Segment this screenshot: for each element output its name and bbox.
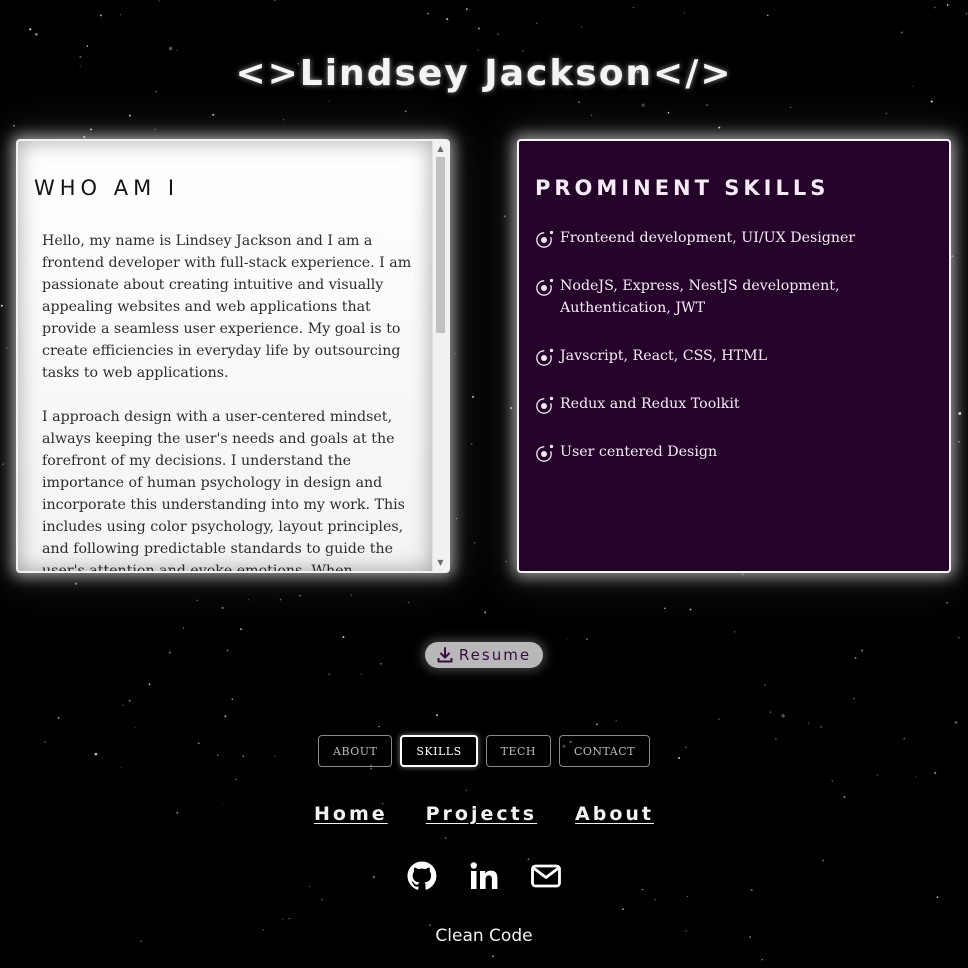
- skill-label: Redux and Redux Toolkit: [560, 396, 740, 412]
- tab-skills[interactable]: SKILLS: [400, 735, 478, 767]
- scrollbar-thumb[interactable]: [436, 157, 445, 333]
- about-paragraph: Hello, my name is Lindsey Jackson and I …: [42, 233, 412, 381]
- resume-button[interactable]: Resume: [425, 642, 543, 668]
- orbit-icon: [536, 348, 554, 366]
- footer-nav: Home Projects About: [0, 803, 968, 825]
- footer-text: Clean Code: [435, 926, 533, 946]
- about-card[interactable]: WHO AM I Hello, my name is Lindsey Jacks…: [16, 139, 450, 573]
- download-icon: [437, 647, 453, 663]
- skill-item: User centered Design: [535, 441, 935, 463]
- tab-contact[interactable]: CONTACT: [559, 735, 650, 767]
- section-tabs: ABOUT SKILLS TECH CONTACT: [0, 735, 968, 767]
- nav-link-projects[interactable]: Projects: [426, 803, 537, 825]
- skill-item: Fronteend development, UI/UX Designer: [535, 227, 935, 249]
- tab-about[interactable]: ABOUT: [318, 735, 393, 767]
- about-heading: WHO AM I: [34, 176, 180, 200]
- about-scrollbar[interactable]: ▲ ▼: [432, 141, 448, 571]
- about-text: Hello, my name is Lindsey Jackson and I …: [42, 230, 414, 573]
- tab-tech[interactable]: TECH: [485, 735, 551, 767]
- nav-link-home[interactable]: Home: [314, 803, 388, 825]
- skill-label: Javscript, React, CSS, HTML: [560, 348, 768, 364]
- orbit-icon: [536, 444, 554, 462]
- skills-heading: PROMINENT SKILLS: [535, 176, 830, 200]
- scroll-up-arrow-icon[interactable]: ▲: [433, 142, 448, 156]
- orbit-icon: [536, 396, 554, 414]
- skill-item: Redux and Redux Toolkit: [535, 393, 935, 415]
- skill-label: Fronteend development, UI/UX Designer: [560, 230, 856, 246]
- skill-item: Javscript, React, CSS, HTML: [535, 345, 935, 367]
- resume-label: Resume: [458, 646, 532, 664]
- about-paragraph: I approach design with a user-centered m…: [42, 409, 405, 573]
- site-title: <>Lindsey Jackson</>: [235, 53, 733, 94]
- orbit-icon: [536, 278, 554, 296]
- mail-icon[interactable]: [530, 860, 562, 892]
- skills-list: Fronteend development, UI/UX Designer Nod…: [535, 227, 935, 489]
- social-links: [0, 860, 968, 892]
- nav-link-about[interactable]: About: [575, 803, 654, 825]
- skills-card: PROMINENT SKILLS Fronteend development, …: [517, 139, 951, 573]
- linkedin-icon[interactable]: [468, 860, 500, 892]
- scroll-down-arrow-icon[interactable]: ▼: [433, 556, 448, 570]
- orbit-icon: [536, 230, 554, 248]
- github-icon[interactable]: [406, 860, 438, 892]
- skill-label: NodeJS, Express, NestJS development, Aut…: [560, 278, 840, 316]
- skill-item: NodeJS, Express, NestJS development, Aut…: [535, 275, 935, 319]
- skill-label: User centered Design: [560, 444, 718, 460]
